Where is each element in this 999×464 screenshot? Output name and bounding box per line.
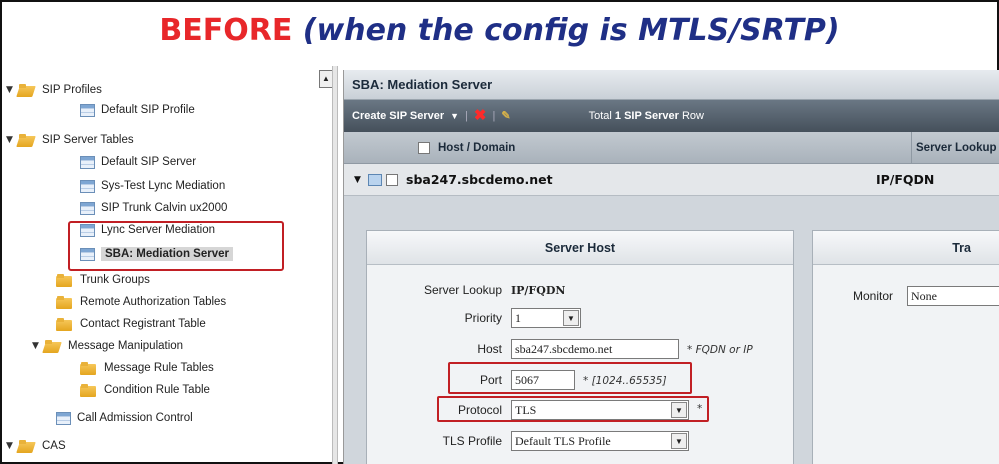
tree-item-remote-authorization-tables[interactable]: Remote Authorization Tables (56, 292, 226, 312)
toolbar-divider: | (465, 110, 468, 122)
chevron-down-icon[interactable]: ▼ (671, 433, 687, 449)
tree-item-message-rule-tables[interactable]: Message Rule Tables (80, 358, 214, 378)
folder-icon (18, 439, 36, 453)
priority-value: 1 (515, 311, 521, 325)
tree-item-label: Trunk Groups (80, 274, 150, 286)
row-lookup-value: IP/FQDN (876, 172, 935, 187)
folder-icon (44, 339, 62, 353)
tree-item-trunk-groups[interactable]: Trunk Groups (56, 270, 150, 290)
column-host-domain[interactable]: Host / Domain (438, 142, 911, 154)
row-expand-arrow-icon[interactable]: ▼ (354, 175, 368, 185)
priority-select[interactable]: 1 ▼ (511, 308, 581, 328)
table-header: Host / Domain Server Lookup (344, 131, 999, 164)
folder-icon (80, 383, 98, 397)
tree-item-cas[interactable]: ▼ CAS (6, 436, 66, 456)
tree-item-label: SIP Profiles (42, 84, 102, 96)
total-row-count: Total 1 SIP Server Row (589, 100, 704, 132)
server-host-panel: Server Host Server Lookup IP/FQDN Priori… (366, 230, 794, 464)
tree-item-label: Contact Registrant Table (80, 318, 206, 330)
server-lookup-label: Server Lookup (423, 283, 502, 297)
server-host-heading: Server Host (367, 231, 793, 265)
folder-icon (56, 317, 74, 331)
folder-icon (80, 361, 98, 375)
content-panel: SBA: Mediation Server Create SIP Server … (343, 70, 999, 464)
total-prefix: Total (588, 110, 612, 122)
tree-item-sip-server-tables[interactable]: ▼ SIP Server Tables (6, 130, 134, 150)
banner-before: BEFORE (159, 13, 293, 48)
total-count: 1 SIP Server (614, 110, 679, 122)
tree-item-label: Default SIP Server (101, 156, 197, 168)
highlight-box-protocol (437, 396, 709, 422)
total-suffix: Row (681, 110, 704, 122)
tree-item-default-sip-profile[interactable]: Default SIP Profile (80, 100, 195, 120)
tree-item-label: CAS (42, 440, 66, 452)
tree-item-contact-registrant-table[interactable]: Contact Registrant Table (56, 314, 206, 334)
tree-item-label: Default SIP Profile (101, 104, 195, 116)
priority-label: Priority (464, 311, 502, 325)
table-icon (80, 201, 95, 215)
folder-icon (56, 295, 74, 309)
highlight-box-tree (68, 221, 284, 271)
table-icon (80, 155, 95, 169)
table-row[interactable]: ▼ sba247.sbcdemo.net IP/FQDN (344, 164, 999, 196)
highlight-box-port (448, 362, 692, 394)
banner-subtitle: (when the config is MTLS/SRTP) (302, 13, 840, 48)
tls-profile-select[interactable]: Default TLS Profile ▼ (511, 431, 689, 451)
row-item-icon (368, 173, 382, 186)
select-all-checkbox[interactable] (418, 141, 430, 154)
tree-item-default-sip-server[interactable]: Default SIP Server (80, 152, 196, 172)
folder-icon (18, 83, 36, 97)
tree-item-label: Remote Authorization Tables (80, 296, 227, 308)
table-icon (80, 179, 95, 193)
monitor-label: Monitor (852, 289, 893, 303)
tree-item-label: Sys-Test Lync Mediation (101, 180, 226, 192)
transport-panel: Tra Monitor None (812, 230, 999, 464)
create-sip-server-button[interactable]: Create SIP Server (352, 100, 444, 132)
table-icon (80, 103, 95, 117)
folder-icon (18, 133, 36, 147)
tree-item-label: Message Manipulation (68, 340, 184, 352)
tree-item-sys-test-lync-mediation[interactable]: Sys-Test Lync Mediation (80, 176, 225, 196)
toolbar: Create SIP Server ▼ | ✖ | ✎ Total 1 SIP … (344, 100, 999, 132)
tree-item-message-manipulation[interactable]: ▼ Message Manipulation (32, 336, 183, 356)
row-host-value: sba247.sbcdemo.net (406, 172, 553, 187)
dropdown-arrow-icon[interactable]: ▼ (450, 100, 459, 132)
host-input[interactable]: sba247.sbcdemo.net (511, 339, 679, 359)
row-checkbox[interactable] (386, 173, 398, 186)
folder-icon (56, 273, 74, 287)
host-hint: * FQDN or IP (687, 344, 753, 356)
monitor-select[interactable]: None (907, 286, 999, 306)
delete-icon[interactable]: ✖ (474, 100, 487, 132)
tls-profile-value: Default TLS Profile (515, 434, 611, 448)
tree-item-label: Message Rule Tables (104, 362, 214, 374)
scroll-up-button[interactable]: ▲ (319, 70, 333, 88)
pane-splitter[interactable] (332, 66, 338, 464)
navigation-tree: ▼ SIP Profiles Default SIP Profile ▼ SIP… (6, 70, 326, 462)
toolbar-divider: | (492, 110, 496, 122)
banner-title: BEFORE (when the config is MTLS/SRTP) (0, 2, 999, 62)
host-label: Host (477, 342, 502, 356)
table-icon (56, 411, 71, 425)
edit-pencil-icon[interactable]: ✎ (501, 100, 510, 132)
tree-item-sip-profiles[interactable]: ▼ SIP Profiles (6, 80, 102, 100)
tree-item-label: Condition Rule Table (104, 384, 210, 396)
tree-item-call-admission-control[interactable]: Call Admission Control (56, 408, 193, 428)
tree-item-condition-rule-table[interactable]: Condition Rule Table (80, 380, 210, 400)
transport-heading: Tra (813, 231, 999, 265)
tree-item-label: SIP Trunk Calvin ux2000 (101, 202, 228, 214)
panel-title: SBA: Mediation Server (344, 70, 999, 100)
tree-item-sip-trunk-calvin[interactable]: SIP Trunk Calvin ux2000 (80, 198, 227, 218)
server-lookup-value: IP/FQDN (511, 284, 566, 297)
tls-profile-label: TLS Profile (442, 434, 502, 448)
tree-item-label: Call Admission Control (77, 412, 193, 424)
chevron-down-icon[interactable]: ▼ (563, 310, 579, 326)
column-server-lookup[interactable]: Server Lookup (911, 131, 997, 164)
tree-item-label: SIP Server Tables (42, 134, 134, 146)
